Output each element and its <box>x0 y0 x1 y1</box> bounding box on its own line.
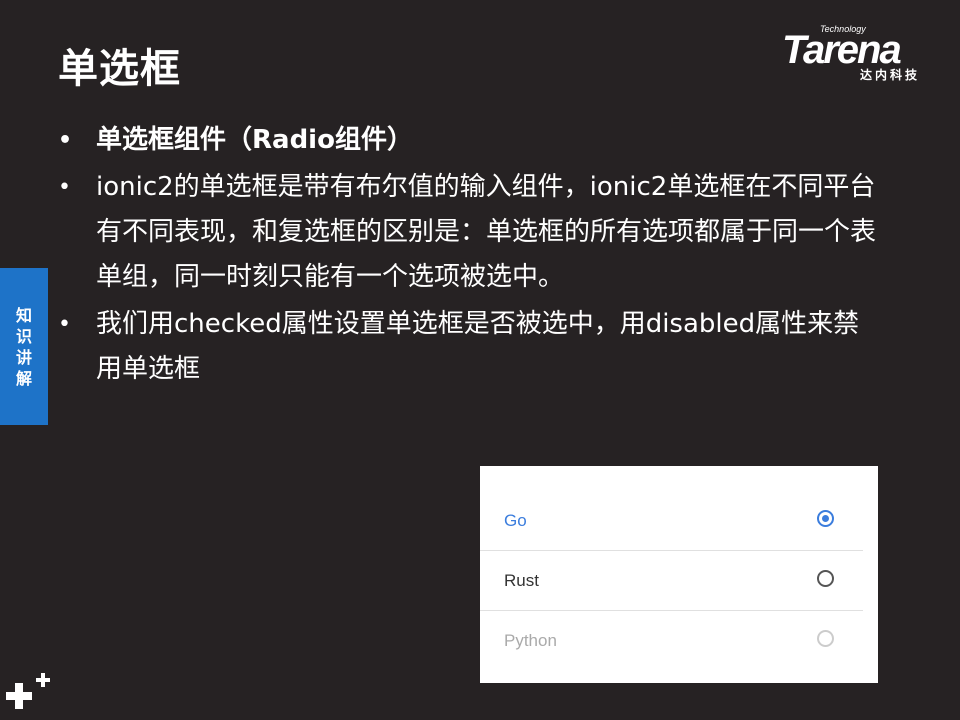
bullet-dot: • <box>58 175 71 200</box>
plus-decoration-icon <box>6 673 50 709</box>
side-tab-char: 识 <box>15 326 32 346</box>
bullet-list: • 单选框组件（Radio组件） • ionic2的单选框是带有布尔值的输入组件… <box>58 118 878 392</box>
radio-disabled-icon <box>817 630 834 647</box>
radio-option-rust[interactable]: Rust <box>480 551 878 611</box>
slide-title: 单选框 <box>58 46 181 92</box>
radio-label: Go <box>504 511 527 530</box>
bullet-item: • 单选框组件（Radio组件） <box>58 118 878 163</box>
logo-chinese: 达内科技 <box>860 68 921 82</box>
bullet-item: • 我们用checked属性设置单选框是否被选中，用disabled属性来禁用单… <box>58 302 878 392</box>
bullet-text: 我们用checked属性设置单选框是否被选中，用disabled属性来禁用单选框 <box>96 309 860 384</box>
bullet-text: 单选框组件（Radio组件） <box>96 125 413 155</box>
radio-demo-panel: Go Rust Python <box>480 466 878 683</box>
bullet-text: ionic2的单选框是带有布尔值的输入组件，ionic2单选框在不同平台有不同表… <box>96 172 877 292</box>
bullet-item: • ionic2的单选框是带有布尔值的输入组件，ionic2单选框在不同平台有不… <box>58 165 878 300</box>
radio-checked-icon[interactable] <box>817 510 834 527</box>
radio-label: Rust <box>504 571 539 590</box>
radio-option-python: Python <box>480 611 878 671</box>
side-tab-knowledge: 知 识 讲 解 <box>0 268 48 425</box>
radio-unchecked-icon[interactable] <box>817 570 834 587</box>
side-tab-char: 知 <box>15 305 32 325</box>
bullet-dot: • <box>58 128 73 153</box>
tarena-logo: Technology Tarena 达内科技 <box>780 24 945 84</box>
radio-label: Python <box>504 631 557 650</box>
radio-option-go[interactable]: Go <box>480 491 878 551</box>
bullet-dot: • <box>58 312 71 337</box>
side-tab-char: 讲 <box>15 347 32 367</box>
side-tab-char: 解 <box>15 368 32 388</box>
